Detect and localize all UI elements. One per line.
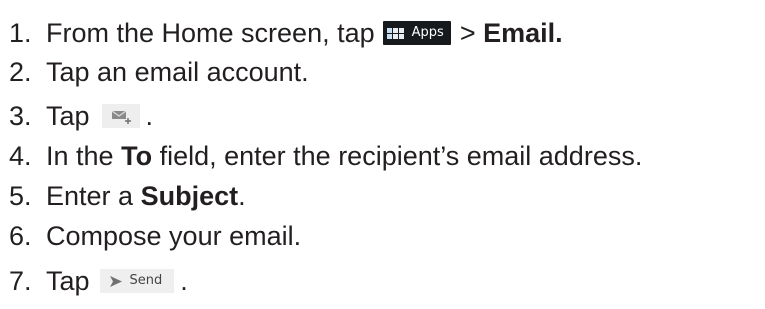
step-3-text: Tap [46,101,90,131]
step-text: Compose your email. [46,221,302,251]
subject-field-label: Subject [140,181,239,211]
send-arrow-icon [109,275,122,287]
step-number: 7. [9,266,32,296]
step-text: From the Home screen, tap Apps > Email. [46,17,563,49]
step-1-text: From the Home screen, tap [46,18,375,48]
step-1: 1. From the Home screen, tap Apps > Emai… [0,13,563,53]
to-field-label: To [121,141,153,171]
step-2: 2. Tap an email account. [0,52,309,92]
step-text: Enter a Subject. [46,180,246,212]
compose-mail-icon [111,110,131,124]
step-5-period: . [238,181,246,211]
step-3: 3. Tap . [0,96,153,136]
step-6: 6. Compose your email. [0,216,301,256]
step-5: 5. Enter a Subject. [0,176,246,216]
step-5-text-before: Enter a [46,181,134,211]
step-number: 1. [9,18,32,48]
step-text: In the To field, enter the recipient’s e… [46,140,642,172]
step-7-period: . [180,266,188,296]
menu-separator: > [459,18,476,48]
step-4: 4. In the To field, enter the recipient’… [0,136,642,176]
step-number: 4. [9,141,32,171]
step-4-text-before: In the [46,141,114,171]
step-number: 2. [9,57,32,87]
apps-grid-icon [386,27,404,39]
step-text: Tap . [46,100,153,132]
step-7: 7. Tap Send . [0,261,188,301]
send-button: Send [99,269,175,293]
step-3-period: . [145,101,154,131]
step-4-text-after: field, enter the recipient’s email addre… [159,141,643,171]
step-text: Tap an email account. [46,57,309,87]
step-text: Tap Send . [46,265,188,297]
apps-label: Apps [411,25,444,40]
send-label: Send [129,273,163,288]
email-app-name: Email. [483,18,563,48]
step-number: 5. [9,181,32,211]
step-number: 3. [9,101,32,131]
compose-button [101,104,140,128]
step-number: 6. [9,221,32,251]
step-7-text: Tap [46,266,90,296]
apps-button: Apps [382,21,451,45]
